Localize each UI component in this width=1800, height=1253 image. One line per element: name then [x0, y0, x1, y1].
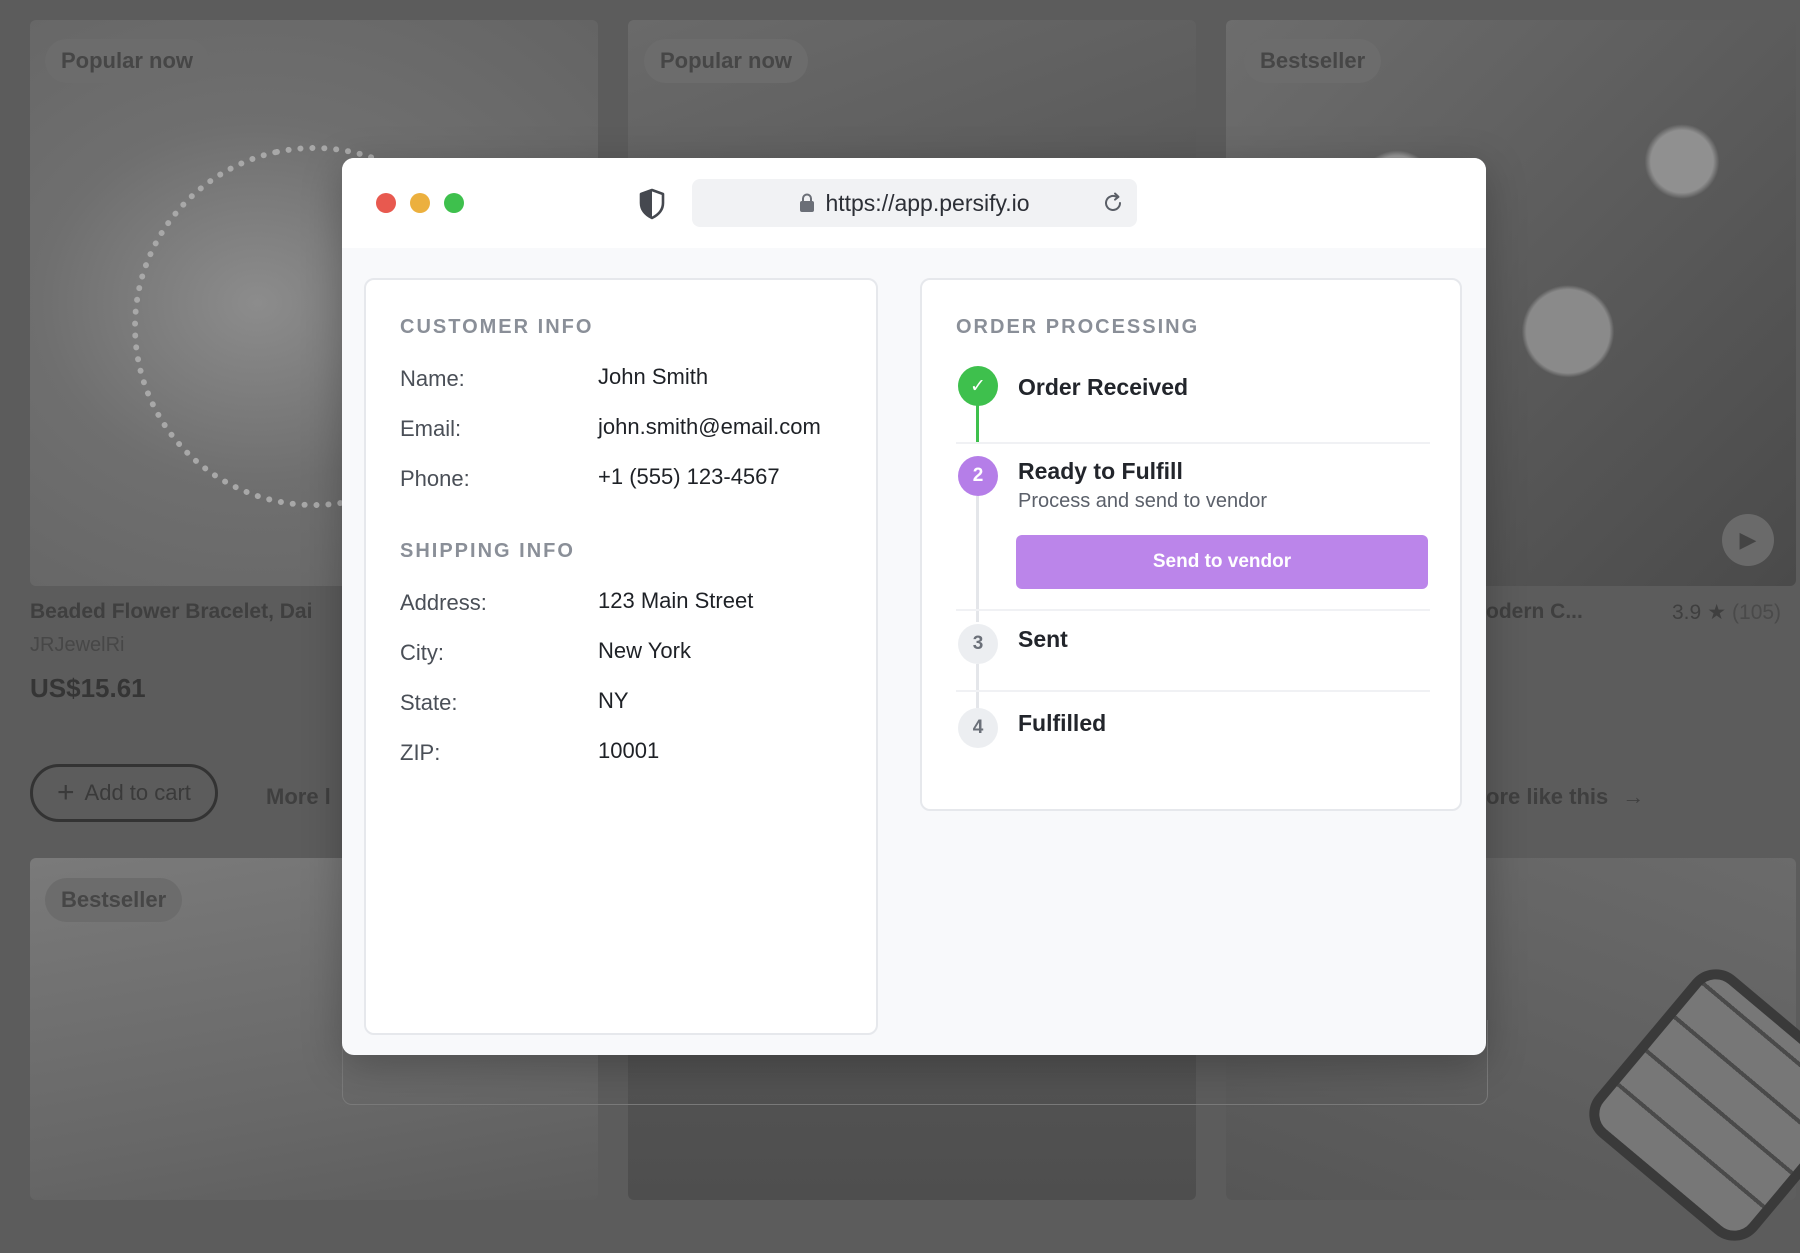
send-to-vendor-button[interactable]: Send to vendor [1016, 535, 1428, 589]
step-connector [976, 496, 979, 622]
city-label: City: [400, 640, 444, 665]
name-value: John Smith [598, 364, 709, 389]
address-bar[interactable]: https://app.persify.io [692, 179, 1137, 227]
minimize-window-button[interactable] [410, 193, 430, 213]
more-like-this-label: ore like this [1486, 784, 1609, 809]
customer-panel: CUSTOMER INFO Name: John Smith Email: jo… [364, 278, 878, 1035]
more-like-this-link[interactable]: More l [266, 784, 331, 810]
arrow-right-icon: → [1622, 784, 1645, 809]
step-4-number: 4 [958, 708, 998, 748]
lock-icon [799, 193, 815, 213]
product-title-right[interactable]: odern C... [1486, 600, 1583, 624]
city-value: New York [598, 638, 691, 663]
step-divider [956, 609, 1430, 611]
address-label: Address: [400, 590, 487, 615]
maximize-window-button[interactable] [444, 193, 464, 213]
order-processing-heading: ORDER PROCESSING [956, 316, 1200, 338]
shield-icon[interactable] [638, 188, 666, 220]
address-value: 123 Main Street [598, 588, 754, 613]
badge-popular: Popular now [644, 39, 808, 83]
url-text: https://app.persify.io [825, 189, 1030, 216]
reload-icon[interactable] [1101, 191, 1125, 215]
badge-popular: Popular now [45, 39, 209, 83]
add-to-cart-label: Add to cart [84, 780, 191, 805]
add-to-cart-button[interactable]: + Add to cart [30, 764, 218, 822]
browser-titlebar: https://app.persify.io [342, 158, 1486, 248]
browser-window: https://app.persify.io CUSTOMER INFO Nam… [342, 158, 1486, 1055]
state-label: State: [400, 690, 458, 715]
email-label: Email: [400, 416, 462, 441]
zip-label: ZIP: [400, 740, 441, 765]
step-connector [976, 664, 979, 708]
rating-value: 3.9 [1672, 600, 1702, 624]
shipping-info-heading: SHIPPING INFO [400, 540, 575, 562]
step-connector-complete [976, 404, 979, 444]
zip-value: 10001 [598, 738, 660, 763]
phone-value: +1 (555) 123-4567 [598, 464, 780, 489]
badge-bestseller: Bestseller [45, 878, 183, 922]
badge-bestseller: Bestseller [1244, 39, 1382, 83]
name-label: Name: [400, 366, 465, 391]
product-title[interactable]: Beaded Flower Bracelet, Dai [30, 600, 312, 624]
step-1-check-icon: ✓ [958, 366, 998, 406]
close-window-button[interactable] [376, 193, 396, 213]
step-3-number: 3 [958, 624, 998, 664]
state-value: NY [598, 688, 629, 713]
email-value: john.smith@email.com [598, 414, 821, 439]
step-divider [956, 442, 1430, 444]
step-1-title: Order Received [1018, 374, 1189, 400]
step-2-subtitle: Process and send to vendor [1018, 490, 1268, 512]
step-3-title: Sent [1018, 626, 1068, 652]
step-2-title: Ready to Fulfill [1018, 458, 1183, 484]
product-rating: 3.9 ★ (105) [1672, 600, 1781, 625]
product-price: US$15.61 [30, 673, 146, 703]
product-seller[interactable]: JRJewelRi [30, 634, 124, 657]
order-processing-panel: ORDER PROCESSING ✓ Order Received 2 Read… [920, 278, 1462, 811]
phone-label: Phone: [400, 466, 470, 491]
step-4-title: Fulfilled [1018, 710, 1107, 736]
customer-info-heading: CUSTOMER INFO [400, 316, 594, 338]
step-divider [956, 690, 1430, 692]
star-icon: ★ [1707, 601, 1727, 624]
rating-count: (105) [1732, 600, 1782, 624]
step-2-number: 2 [958, 456, 998, 496]
plus-icon: + [57, 776, 75, 809]
more-like-this-link-right[interactable]: ore like this → [1486, 784, 1644, 810]
play-video-icon[interactable]: ▶ [1722, 514, 1774, 566]
